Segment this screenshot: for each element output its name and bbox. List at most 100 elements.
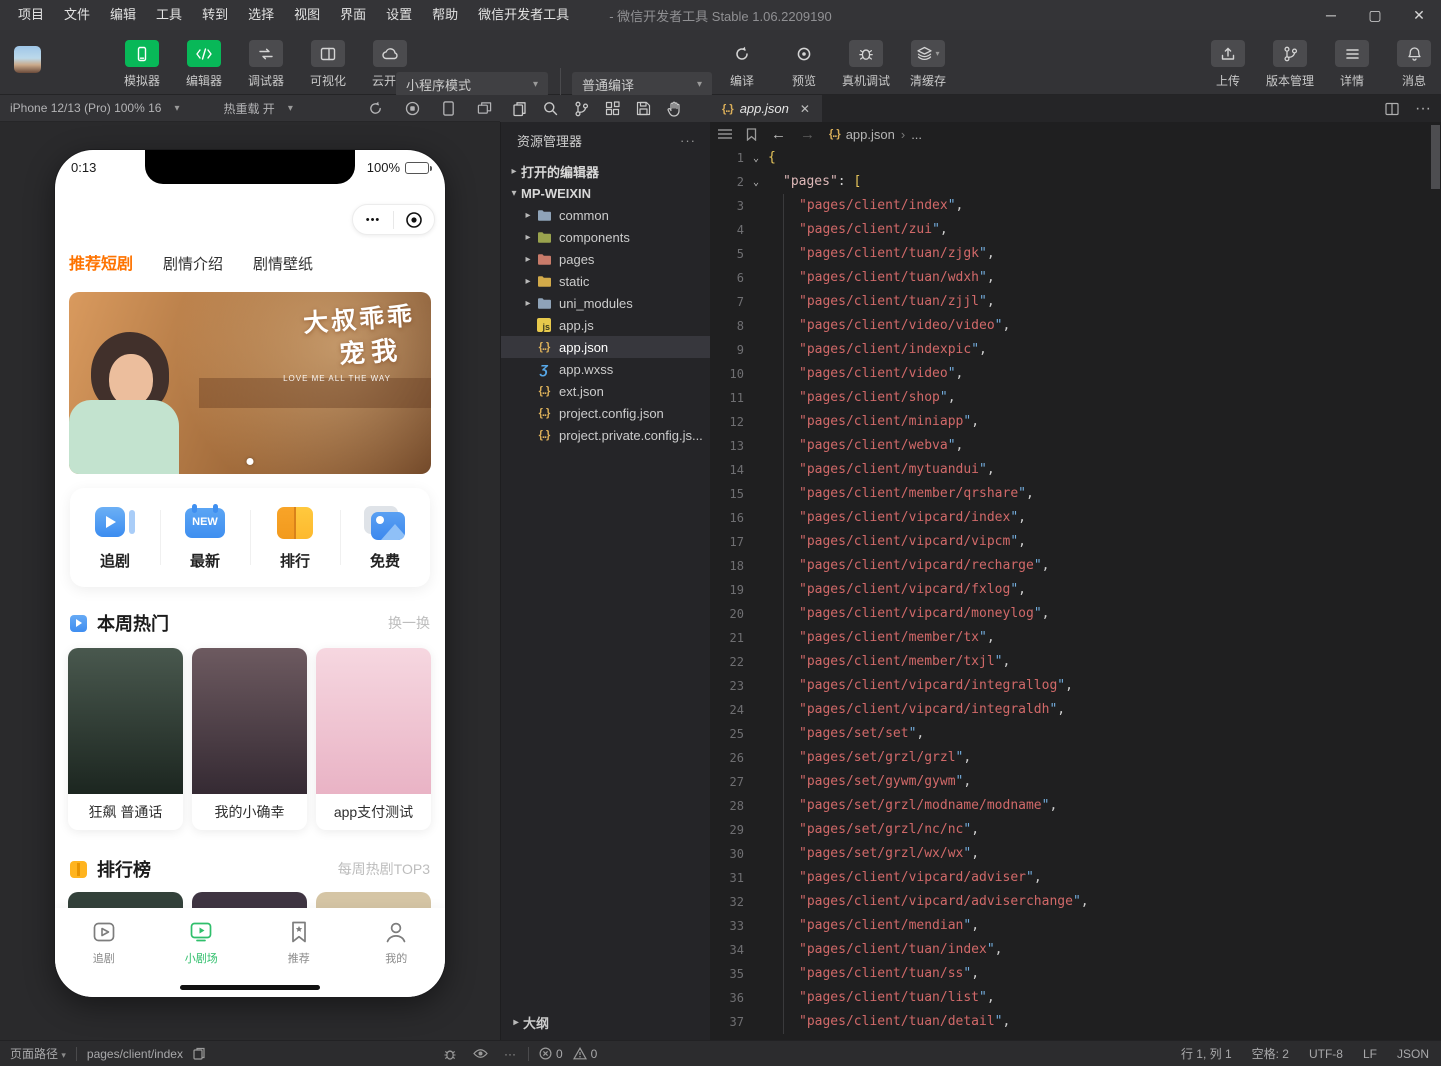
toolbar-button-bell[interactable]: 消息 <box>1390 40 1438 89</box>
hot-reload-toggle[interactable]: 热重载 开▾ <box>213 100 302 117</box>
statusbar-item-5[interactable]: JSON <box>1397 1047 1429 1061</box>
nav-forward-icon[interactable]: → <box>800 126 815 143</box>
code-line-12[interactable]: 12"pages/client/miniapp", <box>710 410 1430 434</box>
code-line-35[interactable]: 35"pages/client/tuan/ss", <box>710 962 1430 986</box>
menu-item-1[interactable]: 项目 <box>8 0 54 30</box>
fold-chevron-icon[interactable]: ⌄ <box>744 177 768 188</box>
tree-item-ext-json[interactable]: {..}ext.json <box>501 380 710 402</box>
code-line-16[interactable]: 16"pages/client/vipcard/index", <box>710 506 1430 530</box>
tab-appjson[interactable]: {..} app.json ✕ <box>710 95 822 122</box>
code-line-15[interactable]: 15"pages/client/member/qrshare", <box>710 482 1430 506</box>
code-line-26[interactable]: 26"pages/set/grzl/grzl", <box>710 746 1430 770</box>
code-line-28[interactable]: 28"pages/set/grzl/modname/modname", <box>710 794 1430 818</box>
maximize-button[interactable]: ▢ <box>1353 0 1397 30</box>
statusbar-preview-icon[interactable] <box>473 1048 488 1059</box>
code-line-19[interactable]: 19"pages/client/vipcard/fxlog", <box>710 578 1430 602</box>
code-line-31[interactable]: 31"pages/client/vipcard/adviser", <box>710 866 1430 890</box>
explorer-more-icon[interactable]: ··· <box>680 133 696 148</box>
code-line-5[interactable]: 5"pages/client/tuan/zjgk", <box>710 242 1430 266</box>
code-line-32[interactable]: 32"pages/client/vipcard/adviserchange", <box>710 890 1430 914</box>
code-line-1[interactable]: 1⌄{ <box>710 146 1430 170</box>
more-dots-icon[interactable]: ••• <box>353 214 393 226</box>
tree-item-app-wxss[interactable]: Ʒapp.wxss <box>501 358 710 380</box>
split-editor-icon[interactable] <box>1385 102 1399 116</box>
files-icon[interactable] <box>512 101 527 117</box>
warnings-indicator[interactable]: 0 <box>573 1047 598 1061</box>
toolbar-button-lines[interactable]: 详情 <box>1328 40 1376 89</box>
close-button[interactable]: ✕ <box>1397 0 1441 30</box>
toolbar-button-phone[interactable]: 模拟器 <box>118 40 166 89</box>
statusbar-debug-icon[interactable] <box>443 1047 457 1061</box>
menu-item-5[interactable]: 转到 <box>192 0 238 30</box>
tree-item-static[interactable]: ▸static <box>501 270 710 292</box>
statusbar-item-1[interactable]: 行 1, 列 1 <box>1181 1045 1232 1062</box>
minimize-button[interactable]: ─ <box>1309 0 1353 30</box>
mode-dropdown[interactable]: 小程序模式▾ <box>396 72 548 97</box>
statusbar-item-3[interactable]: UTF-8 <box>1309 1047 1343 1061</box>
copy-path-icon[interactable] <box>193 1047 205 1060</box>
code-line-37[interactable]: 37"pages/client/tuan/detail", <box>710 1010 1430 1034</box>
drama-card-2[interactable]: 我的小确幸 <box>192 648 307 830</box>
quick-action-qa-rank[interactable]: 排行 <box>250 488 340 587</box>
toolbar-button-eye[interactable]: 预览 <box>780 40 828 89</box>
toolbar-button-upload[interactable]: 上传 <box>1204 40 1252 89</box>
menu-item-10[interactable]: 帮助 <box>422 0 468 30</box>
menu-item-11[interactable]: 微信开发者工具 <box>468 0 579 30</box>
device-selector[interactable]: iPhone 12/13 (Pro) 100% 16▾ <box>0 101 189 115</box>
popout-window-icon[interactable] <box>477 101 492 115</box>
fold-chevron-icon[interactable]: ⌄ <box>744 153 768 164</box>
close-target-icon[interactable] <box>394 211 434 229</box>
code-line-36[interactable]: 36"pages/client/tuan/list", <box>710 986 1430 1010</box>
code-line-22[interactable]: 22"pages/client/member/txjl", <box>710 650 1430 674</box>
tree-item--[interactable]: ▸打开的编辑器 <box>501 160 710 182</box>
menu-item-6[interactable]: 选择 <box>238 0 284 30</box>
close-tab-icon[interactable]: ✕ <box>800 102 810 116</box>
drama-card-3[interactable]: app支付测试 <box>316 648 431 830</box>
toolbar-button-bug[interactable]: 真机调试 <box>842 40 890 89</box>
phone-tab-tb-play[interactable]: 追剧 <box>55 908 153 997</box>
code-line-27[interactable]: 27"pages/set/gywm/gywm", <box>710 770 1430 794</box>
tree-item-common[interactable]: ▸common <box>501 204 710 226</box>
tree-item-project-config-json[interactable]: {..}project.config.json <box>501 402 710 424</box>
menu-item-4[interactable]: 工具 <box>146 0 192 30</box>
tree-item-components[interactable]: ▸components <box>501 226 710 248</box>
toolbar-button-branch[interactable]: 版本管理 <box>1266 40 1314 89</box>
code-line-4[interactable]: 4"pages/client/zui", <box>710 218 1430 242</box>
code-line-2[interactable]: 2⌄"pages": [ <box>710 170 1430 194</box>
statusbar-item-2[interactable]: 空格: 2 <box>1252 1045 1289 1062</box>
toolbar-button-layers[interactable]: ▾清缓存 <box>904 40 952 89</box>
hero-banner[interactable]: 大叔乖乖 宠我 LOVE ME ALL THE WAY <box>69 292 431 474</box>
quick-action-qa-new[interactable]: NEW最新 <box>160 488 250 587</box>
miniprogram-capsule[interactable]: ••• <box>352 204 435 235</box>
toolbar-button-debug[interactable]: 调试器 <box>242 40 290 89</box>
bookmark-icon[interactable] <box>746 128 757 141</box>
code-line-7[interactable]: 7"pages/client/tuan/zjjl", <box>710 290 1430 314</box>
editor-scrollbar[interactable] <box>1431 125 1440 189</box>
app-tab-2[interactable]: 剧情介绍 <box>163 253 223 274</box>
search-icon[interactable] <box>543 101 558 116</box>
phone-tab-tb-mark[interactable]: 推荐 <box>250 908 348 997</box>
code-line-24[interactable]: 24"pages/client/vipcard/integraldh", <box>710 698 1430 722</box>
code-line-13[interactable]: 13"pages/client/webva", <box>710 434 1430 458</box>
menu-item-8[interactable]: 界面 <box>330 0 376 30</box>
nav-back-icon[interactable]: ← <box>771 126 786 143</box>
outline-section[interactable]: ▸ 大纲 <box>501 1009 710 1036</box>
code-line-30[interactable]: 30"pages/set/grzl/wx/wx", <box>710 842 1430 866</box>
code-line-8[interactable]: 8"pages/client/video/video", <box>710 314 1430 338</box>
code-line-14[interactable]: 14"pages/client/mytuandui", <box>710 458 1430 482</box>
code-line-34[interactable]: 34"pages/client/tuan/index", <box>710 938 1430 962</box>
extensions-icon[interactable] <box>605 101 620 116</box>
tree-item-app-json[interactable]: {..}app.json <box>501 336 710 358</box>
phone-tab-tb-user[interactable]: 我的 <box>348 908 446 997</box>
app-tab-3[interactable]: 剧情壁纸 <box>253 253 313 274</box>
code-line-3[interactable]: 3"pages/client/index", <box>710 194 1430 218</box>
user-avatar[interactable] <box>14 46 41 73</box>
code-line-25[interactable]: 25"pages/set/set", <box>710 722 1430 746</box>
code-line-18[interactable]: 18"pages/client/vipcard/recharge", <box>710 554 1430 578</box>
phone-tab-tb-tv[interactable]: 小剧场 <box>153 908 251 997</box>
toolbar-button-refresh[interactable]: 编译 <box>718 40 766 89</box>
npm-build-icon[interactable] <box>636 101 651 116</box>
code-line-29[interactable]: 29"pages/set/grzl/nc/nc", <box>710 818 1430 842</box>
outline-list-icon[interactable] <box>718 128 732 140</box>
drama-card-1[interactable]: 狂飙 普通话 <box>68 648 183 830</box>
